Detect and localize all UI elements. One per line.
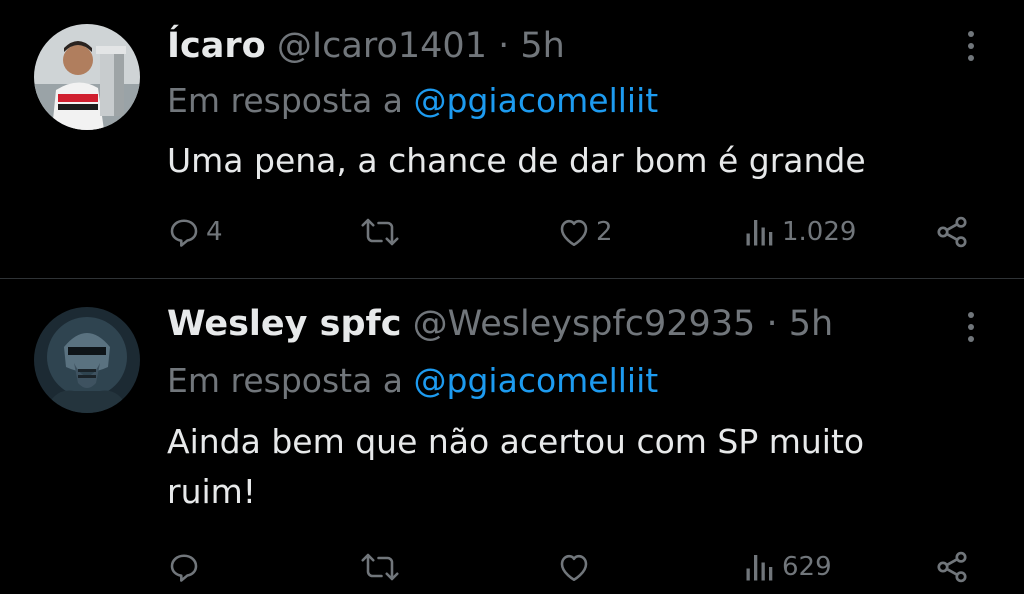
reply-prefix: Em resposta a	[167, 81, 404, 120]
reply-prefix: Em resposta a	[167, 361, 404, 400]
author-name[interactable]: Wesley spfc	[167, 304, 402, 344]
action-bar: 4 2 1.029	[0, 210, 1024, 254]
tweet-text: Ainda bem que não acertou com SP muito r…	[167, 422, 865, 511]
more-options-icon[interactable]	[956, 26, 986, 66]
author-name[interactable]: Ícaro	[167, 26, 266, 66]
views-icon	[742, 549, 778, 585]
reply-context: Em resposta a @pgiacomelliit	[167, 80, 658, 122]
like-button[interactable]	[556, 545, 596, 589]
avatar[interactable]	[34, 24, 140, 130]
retweet-button[interactable]	[360, 210, 404, 254]
more-options-icon[interactable]	[956, 307, 986, 347]
reply-button[interactable]	[166, 545, 206, 589]
tweet[interactable]: Wesley spfc @Wesleyspfc92935 · 5h Em res…	[0, 279, 1024, 594]
reply-icon	[166, 214, 202, 250]
share-icon	[934, 549, 970, 585]
reply-count: 4	[206, 217, 223, 247]
author-handle[interactable]: @Icaro1401	[277, 26, 487, 66]
reply-mention[interactable]: @pgiacomelliit	[414, 361, 659, 400]
reply-icon	[166, 549, 202, 585]
timestamp[interactable]: 5h	[520, 26, 564, 66]
tweet-text: Uma pena, a chance de dar bom é grande	[167, 141, 866, 180]
action-bar: 629	[0, 545, 1024, 589]
like-icon	[556, 214, 592, 250]
tweet[interactable]: Ícaro @Icaro1401 · 5h Em resposta a @pgi…	[0, 0, 1024, 278]
share-button[interactable]	[934, 210, 970, 254]
like-icon	[556, 549, 592, 585]
share-icon	[934, 214, 970, 250]
avatar[interactable]	[34, 307, 140, 413]
retweet-icon	[360, 214, 400, 250]
tweet-header: Wesley spfc @Wesleyspfc92935 · 5h	[167, 302, 833, 346]
views-button[interactable]: 629	[742, 545, 832, 589]
view-count: 1.029	[782, 217, 857, 247]
views-icon	[742, 214, 778, 250]
views-button[interactable]: 1.029	[742, 210, 856, 254]
view-count: 629	[782, 552, 832, 582]
like-count: 2	[596, 217, 613, 247]
like-button[interactable]: 2	[556, 210, 613, 254]
retweet-icon	[360, 549, 400, 585]
tweet-header: Ícaro @Icaro1401 · 5h	[167, 24, 565, 68]
reply-mention[interactable]: @pgiacomelliit	[414, 81, 659, 120]
reply-button[interactable]: 4	[166, 210, 223, 254]
reply-context: Em resposta a @pgiacomelliit	[167, 360, 658, 402]
share-button[interactable]	[934, 545, 970, 589]
retweet-button[interactable]	[360, 545, 404, 589]
timestamp[interactable]: 5h	[789, 304, 833, 344]
author-handle[interactable]: @Wesleyspfc92935	[413, 304, 756, 344]
separator: ·	[498, 26, 510, 66]
separator: ·	[766, 304, 778, 344]
